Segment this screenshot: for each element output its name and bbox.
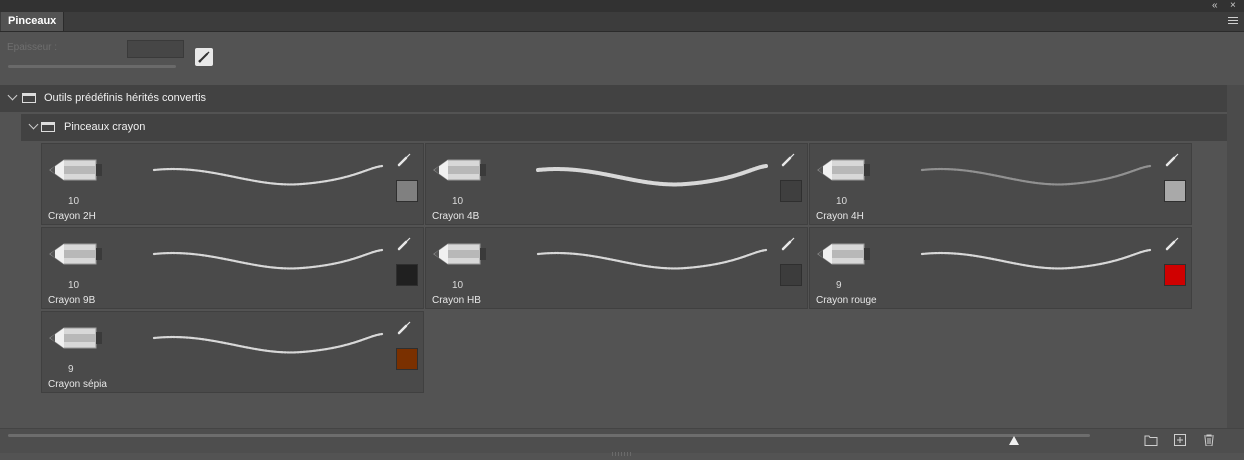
close-icon[interactable]: × [1230,0,1236,12]
brush-name: Crayon sépia [48,379,107,390]
brush-size: 10 [68,280,80,291]
panel-menu-icon[interactable] [1228,17,1238,25]
new-group-folder-icon[interactable] [1144,434,1158,446]
group-row-legacy[interactable]: Outils prédéfinis hérités convertis [0,85,1227,112]
pencil-tip-icon [49,327,102,349]
brush-name: Crayon 2H [48,211,96,222]
brush-icon[interactable] [1164,236,1180,252]
pencil-tip-icon [433,159,486,181]
pencil-tip-icon [49,159,102,181]
brush-stroke-preview [152,164,384,186]
brush-tile[interactable]: 10 Crayon HB [425,227,808,309]
brush-color-swatch [396,180,418,202]
brush-color-swatch [780,264,802,286]
brush-tile[interactable]: 10 Crayon 4H [809,143,1192,225]
brush-size: 10 [836,196,848,207]
brush-color-swatch [396,348,418,370]
brush-tile[interactable]: 10 Crayon 9B [41,227,424,309]
folder-icon [22,93,36,103]
vertical-scrollbar[interactable] [1227,85,1244,428]
brush-name: Crayon HB [432,295,481,306]
size-input[interactable] [127,40,184,58]
collapse-icon[interactable]: « [1212,0,1218,12]
brush-tile[interactable]: 9 Crayon sépia [41,311,424,393]
size-slider[interactable] [8,65,176,68]
brush-stroke-preview [920,164,1152,186]
brush-grid: 10 Crayon 2H 10 Crayon 4B 10 Crayon 4H 10 Crayo… [38,141,1227,428]
thumbnail-size-slider[interactable] [8,434,1090,437]
size-label: Epaisseur : [7,42,58,53]
brush-icon[interactable] [396,152,412,168]
brush-color-swatch [396,264,418,286]
brush-name: Crayon 9B [48,295,96,306]
brush-size: 9 [836,280,842,291]
brush-size: 10 [452,196,464,207]
chevron-down-icon[interactable] [28,119,39,130]
pencil-tip-icon [817,243,870,265]
group-label: Outils prédéfinis hérités convertis [44,92,207,104]
brush-icon[interactable] [396,236,412,252]
new-brush-icon[interactable] [1173,434,1187,446]
brush-stroke-preview [536,164,768,187]
brush-name: Crayon 4H [816,211,864,222]
brush-color-swatch [780,180,802,202]
pencil-tip-icon [49,243,102,265]
slider-knob[interactable] [1009,436,1020,445]
brush-name: Crayon 4B [432,211,480,222]
brush-stroke-preview [152,332,384,354]
brush-size: 10 [68,196,80,207]
brush-icon[interactable] [396,320,412,336]
panel-titlebar: « × [0,0,1244,12]
chevron-down-icon[interactable] [7,90,18,101]
brush-edit-icon [198,51,210,63]
group-row-pencils[interactable]: Pinceaux crayon [21,114,1227,141]
brush-tile[interactable]: 10 Crayon 2H [41,143,424,225]
resize-grip[interactable] [612,452,632,456]
brush-size: 9 [68,364,74,375]
brush-color-swatch [1164,180,1186,202]
brush-stroke-preview [536,248,768,270]
bottom-toolbar [0,428,1244,453]
brush-icon[interactable] [780,236,796,252]
brush-icon[interactable] [1164,152,1180,168]
pencil-tip-icon [433,243,486,265]
brush-tile[interactable]: 10 Crayon 4B [425,143,808,225]
brush-tile[interactable]: 9 Crayon rouge [809,227,1192,309]
tab-brushes[interactable]: Pinceaux [1,12,65,31]
folder-icon [41,122,55,132]
brush-name: Crayon rouge [816,295,877,306]
pencil-tip-icon [817,159,870,181]
group-label: Pinceaux crayon [64,121,146,133]
brush-size: 10 [452,280,464,291]
trash-icon[interactable] [1202,434,1216,446]
panel-tabbar: Pinceaux [0,12,1244,32]
brush-settings-button[interactable] [195,48,213,66]
brush-icon[interactable] [780,152,796,168]
brush-stroke-preview [152,248,384,270]
brush-color-swatch [1164,264,1186,286]
brush-stroke-preview [920,248,1152,270]
